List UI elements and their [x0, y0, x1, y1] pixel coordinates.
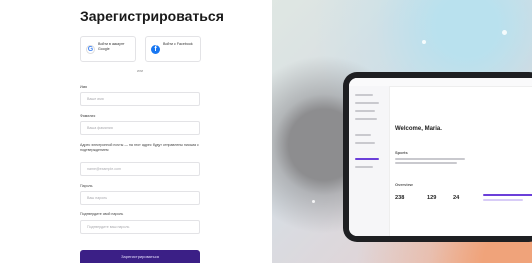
- preview-text-line: [395, 158, 465, 160]
- first-name-placeholder: Ваше имя: [87, 97, 104, 101]
- google-signin-button[interactable]: G Войти в аккаунт Google: [80, 36, 136, 62]
- facebook-icon: f: [151, 45, 160, 54]
- register-button[interactable]: Зарегистрироваться: [80, 250, 200, 263]
- preview-nav-line: [355, 166, 373, 168]
- password-field[interactable]: Ваш пароль: [80, 191, 200, 205]
- email-label: Адрес электронной почты — на этот адрес …: [80, 143, 199, 152]
- google-icon: G: [86, 45, 95, 54]
- dashboard-preview: Welcome, Maria. Sports Overview 238 129 …: [349, 78, 532, 236]
- email-field[interactable]: name@example.com: [80, 162, 200, 176]
- preview-progress: [483, 199, 523, 201]
- or-divider: или: [136, 69, 144, 73]
- first-name-label: Имя: [80, 85, 87, 89]
- preview-stat-3: 24: [453, 195, 460, 201]
- password-placeholder: Ваш пароль: [87, 196, 108, 200]
- preview-stat-2: 129: [427, 195, 437, 201]
- google-button-label: Войти в аккаунт Google: [98, 42, 125, 51]
- preview-text-line: [395, 162, 457, 164]
- page-title: Зарегистрироваться: [80, 8, 224, 24]
- preview-nav-line: [355, 110, 375, 112]
- preview-stat-title: Overview: [395, 182, 413, 187]
- last-name-field[interactable]: Ваша фамилия: [80, 121, 200, 135]
- facebook-button-label: Войти с Facebook: [163, 42, 193, 46]
- preview-sidebar: [349, 86, 390, 236]
- confirm-password-placeholder: Подтвердите ваш пароль: [87, 225, 130, 229]
- preview-card-title: Sports: [395, 150, 408, 155]
- sparkle-dot: [502, 30, 507, 35]
- last-name-placeholder: Ваша фамилия: [87, 126, 113, 130]
- signup-panel: Зарегистрироваться G Войти в аккаунт Goo…: [0, 0, 272, 263]
- preview-nav-line: [355, 142, 375, 144]
- last-name-label: Фамилия: [80, 114, 96, 118]
- preview-progress: [483, 194, 532, 196]
- preview-nav-line: [355, 102, 379, 104]
- facebook-signin-button[interactable]: f Войти с Facebook: [145, 36, 201, 62]
- preview-nav-line: [355, 118, 377, 120]
- first-name-field[interactable]: Ваше имя: [80, 92, 200, 106]
- password-label: Пароль: [80, 184, 93, 188]
- sparkle-dot: [422, 40, 426, 44]
- preview-stat-1: 238: [395, 195, 405, 201]
- preview-nav-line: [355, 94, 373, 96]
- confirm-password-field[interactable]: Подтвердите ваш пароль: [80, 220, 200, 234]
- preview-nav-line: [355, 134, 371, 136]
- preview-greeting: Welcome, Maria.: [395, 126, 442, 132]
- signup-page: Зарегистрироваться G Войти в аккаунт Goo…: [0, 0, 532, 263]
- preview-nav-line: [355, 158, 379, 160]
- confirm-password-label: Подтвердите свой пароль: [80, 212, 124, 216]
- sparkle-dot: [312, 200, 315, 203]
- email-placeholder: name@example.com: [87, 167, 122, 171]
